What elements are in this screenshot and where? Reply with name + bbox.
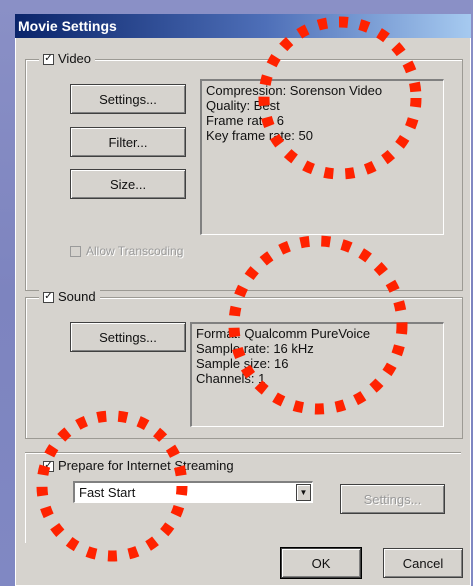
streaming-type-value: Fast Start xyxy=(79,485,136,500)
streaming-legend: ✓ Prepare for Internet Streaming xyxy=(39,458,238,474)
sound-sample-size: Sample size: 16 xyxy=(196,356,289,371)
streaming-settings-button[interactable]: Settings... xyxy=(340,484,445,514)
streaming-label: Prepare for Internet Streaming xyxy=(58,458,234,473)
sound-sample-rate: Sample rate: 16 kHz xyxy=(196,341,314,356)
streaming-checkbox[interactable]: ✓ xyxy=(43,460,54,472)
streaming-type-select[interactable]: Fast Start ▼ xyxy=(73,481,313,503)
title-bar: Movie Settings xyxy=(15,14,471,38)
size-button[interactable]: Size... xyxy=(70,169,186,199)
chevron-down-icon[interactable]: ▼ xyxy=(296,484,311,501)
video-key-frame-rate: Key frame rate: 50 xyxy=(206,128,313,143)
filter-button[interactable]: Filter... xyxy=(70,127,186,157)
sound-legend: ✓ Sound xyxy=(39,289,100,305)
sound-format: Format: Qualcomm PureVoice xyxy=(196,326,371,341)
sound-info-panel: Format: Qualcomm PureVoice Sample rate: … xyxy=(190,322,444,427)
video-label: Video xyxy=(58,51,92,66)
video-compression: Compression: Sorenson Video xyxy=(206,83,383,98)
video-info-panel: Compression: Sorenson Video Quality: Bes… xyxy=(200,79,444,235)
video-checkbox[interactable]: ✓ xyxy=(43,53,54,65)
sound-checkbox[interactable]: ✓ xyxy=(43,291,54,303)
sound-channels: Channels: 1 xyxy=(196,371,266,386)
video-frame-rate: Frame rate: 6 xyxy=(206,113,285,128)
allow-transcoding-checkbox[interactable] xyxy=(70,245,81,257)
video-legend: ✓ Video xyxy=(39,51,96,67)
video-settings-button[interactable]: Settings... xyxy=(70,84,186,114)
movie-settings-dialog: Movie Settings ✓ Video Settings... Filte… xyxy=(15,14,471,586)
sound-settings-button[interactable]: Settings... xyxy=(70,322,186,352)
cancel-button[interactable]: Cancel xyxy=(383,548,463,578)
sound-label: Sound xyxy=(58,289,96,304)
allow-transcoding-label: Allow Transcoding xyxy=(86,244,184,258)
ok-button[interactable]: OK xyxy=(281,548,361,578)
video-quality: Quality: Best xyxy=(206,98,280,113)
allow-transcoding-option[interactable]: Allow Transcoding xyxy=(70,244,183,258)
